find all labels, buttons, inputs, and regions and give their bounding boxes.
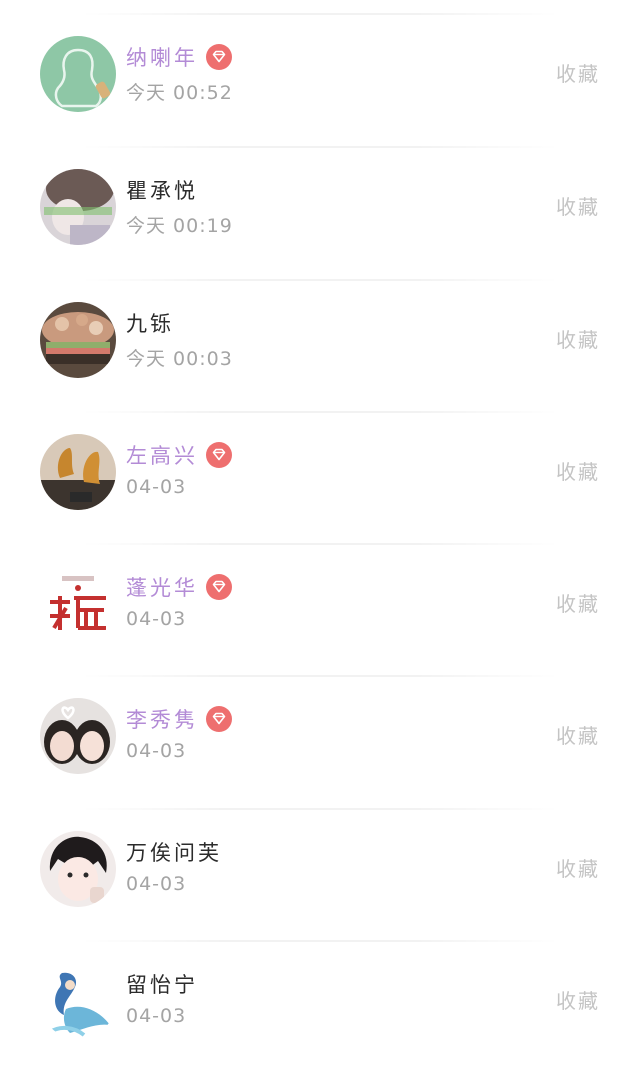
last-seen-time: 04-03	[126, 608, 187, 630]
avatar[interactable]	[40, 169, 116, 245]
last-seen-time: 04-03	[126, 1005, 187, 1027]
avatar[interactable]	[40, 434, 116, 510]
name-line: 留怡宁	[126, 967, 198, 1001]
name-line: 九铄	[126, 306, 174, 340]
name-line: 蓬光华	[126, 570, 232, 604]
contact-name: 纳喇年	[126, 46, 198, 70]
favorite-button[interactable]: 收藏	[556, 191, 600, 220]
list-item[interactable]: 九铄 今天 00:03 收藏	[0, 280, 640, 412]
last-seen-time: 04-03	[126, 476, 187, 498]
contact-list: 纳喇年 今天 00:52 收藏 瞿承悦 今天 00:19 收藏 九铄 今天 00…	[0, 0, 640, 1040]
contact-name: 九铄	[126, 312, 174, 336]
diamond-badge-icon	[206, 442, 232, 468]
favorite-button[interactable]: 收藏	[556, 720, 600, 749]
diamond-badge-icon	[206, 706, 232, 732]
list-item[interactable]: 蓬光华 04-03 收藏	[0, 544, 640, 676]
last-seen-time: 今天 00:03	[126, 348, 233, 370]
list-item[interactable]: 留怡宁 04-03 收藏	[0, 941, 640, 1073]
list-item[interactable]: 万俟问芙 04-03 收藏	[0, 809, 640, 941]
list-item[interactable]: 李秀隽 04-03 收藏	[0, 676, 640, 808]
last-seen-time: 今天 00:19	[126, 215, 233, 237]
list-item[interactable]: 左高兴 04-03 收藏	[0, 412, 640, 544]
avatar[interactable]	[40, 566, 116, 642]
contact-name: 蓬光华	[126, 576, 198, 600]
list-item[interactable]: 瞿承悦 今天 00:19 收藏	[0, 147, 640, 279]
favorite-button[interactable]: 收藏	[556, 853, 600, 882]
list-item[interactable]: 纳喇年 今天 00:52 收藏	[0, 14, 640, 146]
avatar[interactable]	[40, 36, 116, 112]
avatar[interactable]	[40, 963, 116, 1039]
avatar[interactable]	[40, 831, 116, 907]
contact-name: 万俟问芙	[126, 841, 222, 865]
contact-name: 瞿承悦	[126, 179, 198, 203]
name-line: 李秀隽	[126, 702, 232, 736]
diamond-badge-icon	[206, 574, 232, 600]
name-line: 纳喇年	[126, 40, 232, 74]
avatar[interactable]	[40, 698, 116, 774]
favorite-button[interactable]: 收藏	[556, 588, 600, 617]
favorite-button[interactable]: 收藏	[556, 985, 600, 1014]
name-line: 左高兴	[126, 438, 232, 472]
favorite-button[interactable]: 收藏	[556, 324, 600, 353]
name-line: 瞿承悦	[126, 173, 198, 207]
contact-name: 李秀隽	[126, 708, 198, 732]
last-seen-time: 04-03	[126, 873, 187, 895]
name-line: 万俟问芙	[126, 835, 222, 869]
favorite-button[interactable]: 收藏	[556, 456, 600, 485]
last-seen-time: 今天 00:52	[126, 82, 233, 104]
last-seen-time: 04-03	[126, 740, 187, 762]
avatar[interactable]	[40, 302, 116, 378]
diamond-badge-icon	[206, 44, 232, 70]
contact-name: 左高兴	[126, 444, 198, 468]
contact-name: 留怡宁	[126, 973, 198, 997]
favorite-button[interactable]: 收藏	[556, 58, 600, 87]
